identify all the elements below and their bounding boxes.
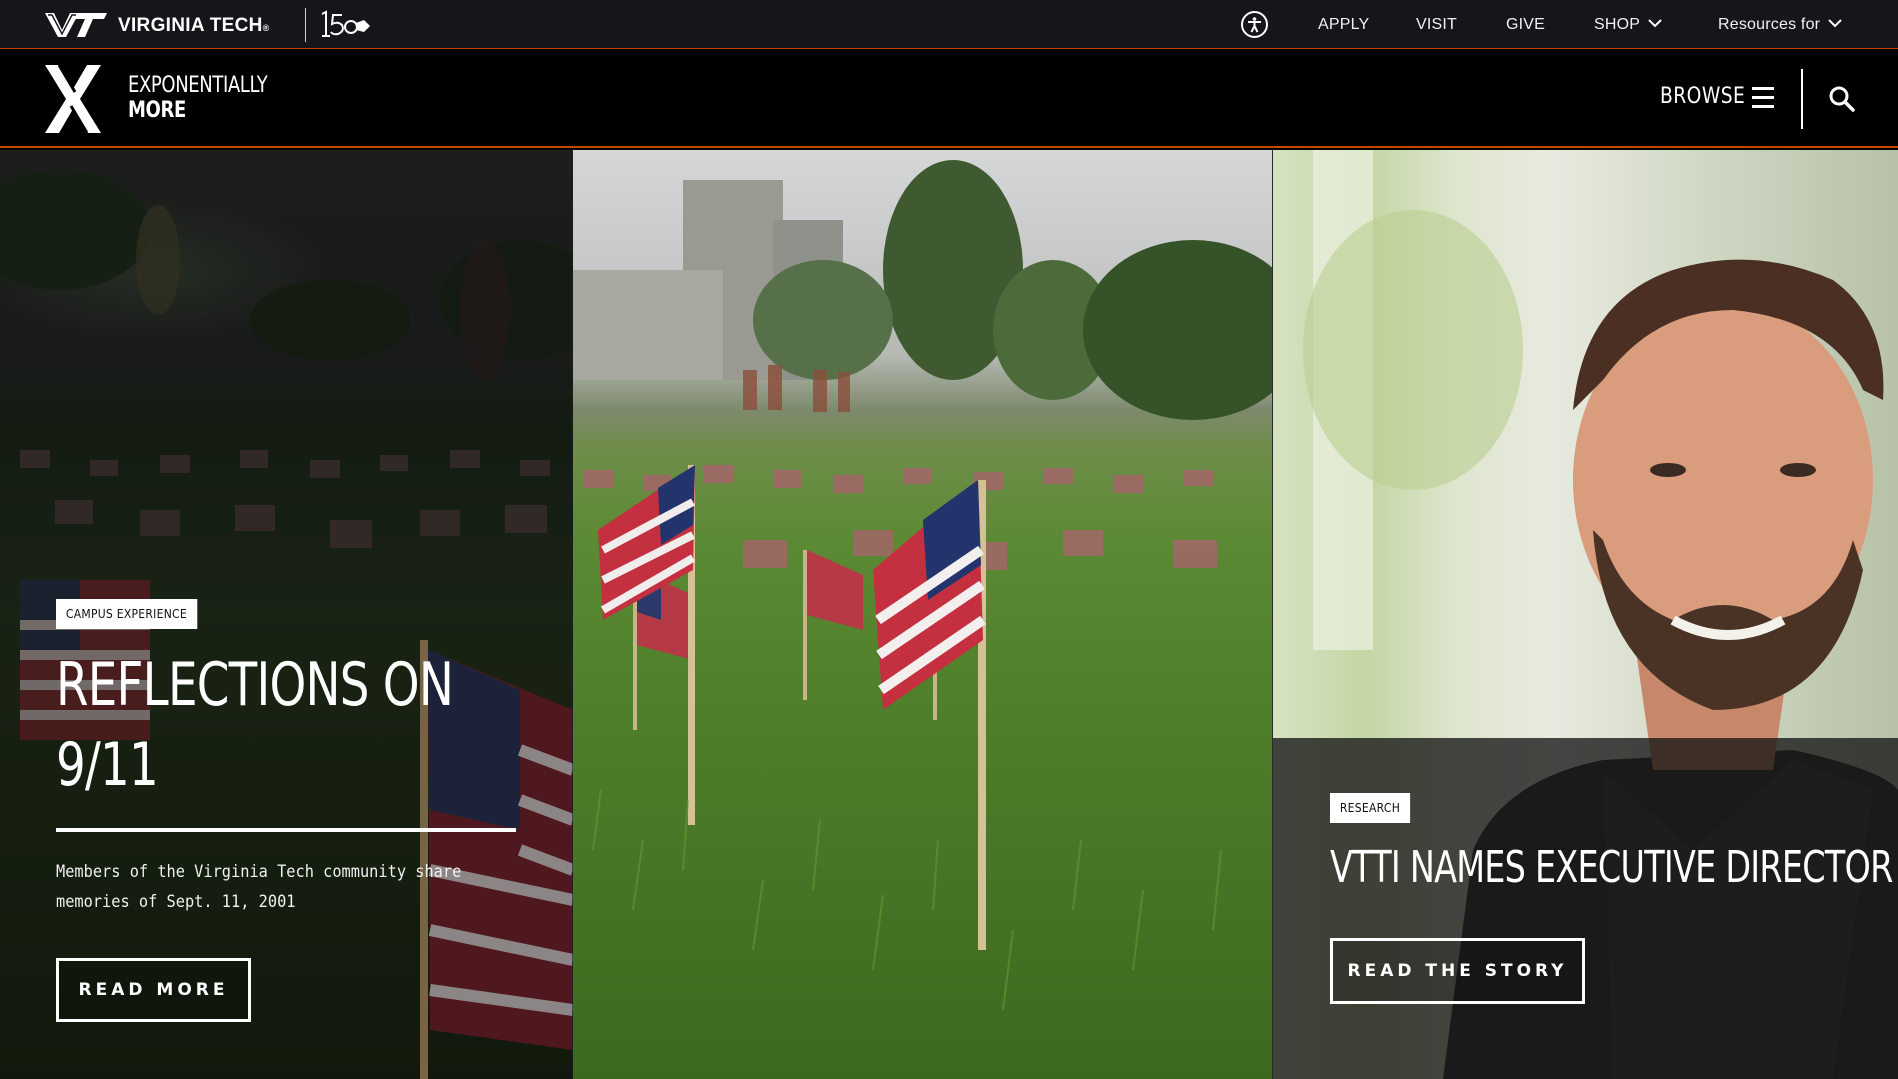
tagline-line-2: MORE bbox=[128, 98, 186, 123]
hero-carousel: CAMPUS EXPERIENCE REFLECTIONS ON 9/11 Me… bbox=[0, 150, 1898, 1079]
resources-label: Resources for bbox=[1718, 16, 1821, 33]
apply-link[interactable]: APPLY bbox=[1318, 16, 1369, 34]
accessibility-icon[interactable] bbox=[1241, 11, 1268, 38]
story-headline-line-2[interactable]: 9/11 bbox=[56, 730, 159, 800]
category-badge[interactable]: RESEARCH bbox=[1330, 793, 1410, 823]
exponentially-more-x-logo-icon[interactable] bbox=[45, 65, 101, 133]
give-link[interactable]: GIVE bbox=[1506, 16, 1545, 34]
story-headline[interactable]: VTTI NAMES EXECUTIVE DIRECTOR bbox=[1330, 842, 1893, 893]
left-story-image: CAMPUS EXPERIENCE REFLECTIONS ON 9/11 Me… bbox=[0, 150, 573, 1079]
header-divider bbox=[1801, 69, 1803, 129]
anniversary-150-logo-icon bbox=[321, 10, 370, 37]
read-the-story-button[interactable]: READ THE STORY bbox=[1330, 938, 1585, 1004]
main-header: EXPONENTIALLY MORE BROWSE bbox=[0, 49, 1898, 148]
story-summary: Members of the Virginia Tech community s… bbox=[56, 862, 462, 912]
visit-link[interactable]: VISIT bbox=[1416, 16, 1457, 34]
chevron-down-icon bbox=[1648, 19, 1662, 28]
story-headline-line-1[interactable]: REFLECTIONS ON bbox=[56, 650, 454, 720]
caption-overlay bbox=[1273, 738, 1898, 1079]
middle-image bbox=[573, 150, 1273, 1079]
logo-divider bbox=[305, 8, 306, 42]
utility-bar: VIRGINIA TECH® APPLY VISIT GIVE SHOP Res… bbox=[0, 0, 1898, 49]
read-more-button[interactable]: READ MORE bbox=[56, 958, 251, 1022]
browse-label[interactable]: BROWSE bbox=[1660, 84, 1745, 109]
chevron-down-icon bbox=[1828, 19, 1842, 28]
vt-logo-icon[interactable] bbox=[45, 12, 107, 38]
right-story-image: RESEARCH VTTI NAMES EXECUTIVE DIRECTOR R… bbox=[1273, 150, 1898, 1079]
shop-label: SHOP bbox=[1594, 16, 1641, 33]
resources-menu[interactable]: Resources for bbox=[1718, 16, 1842, 34]
hamburger-icon[interactable] bbox=[1752, 87, 1774, 109]
category-badge[interactable]: CAMPUS EXPERIENCE bbox=[56, 599, 197, 629]
shop-menu[interactable]: SHOP bbox=[1594, 16, 1662, 34]
flags-field-image bbox=[573, 160, 1273, 1011]
vt-wordmark[interactable]: VIRGINIA TECH® bbox=[118, 15, 270, 37]
tagline-line-1: EXPONENTIALLY bbox=[128, 73, 268, 98]
search-icon[interactable] bbox=[1828, 85, 1856, 113]
headline-rule bbox=[56, 828, 516, 832]
